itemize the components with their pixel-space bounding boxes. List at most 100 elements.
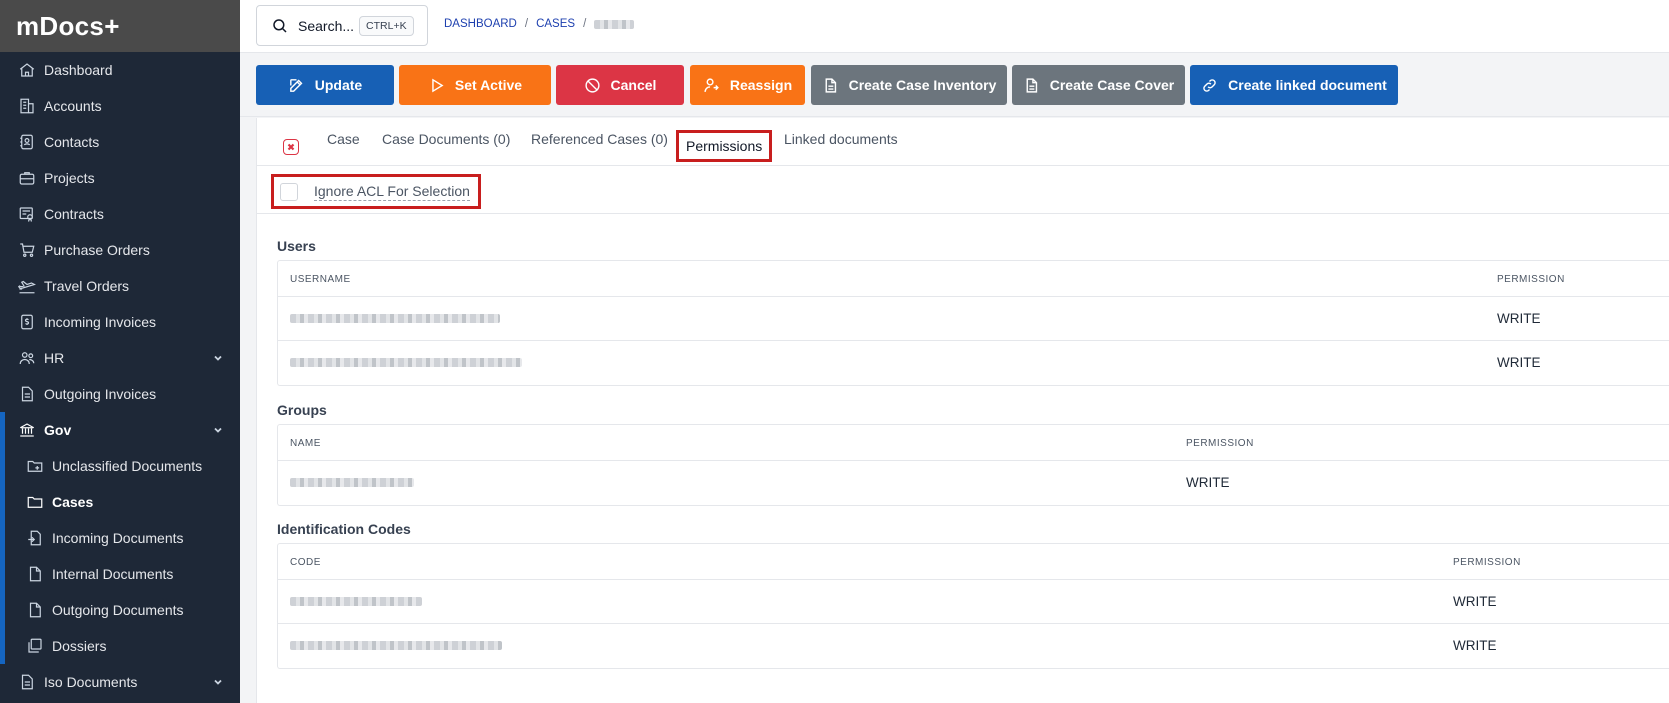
sidebar-item-label: Unclassified Documents [52, 458, 203, 474]
tab-bar: Case Case Documents (0) Referenced Cases… [257, 118, 1669, 166]
permission-value: WRITE [1186, 475, 1230, 490]
link-icon [1203, 78, 1216, 92]
column-header-name: NAME [290, 438, 321, 449]
permission-value: WRITE [1453, 638, 1497, 653]
column-header-permission: PERMISSION [1497, 274, 1565, 285]
permission-value: WRITE [1497, 355, 1541, 370]
ban-icon [584, 77, 600, 93]
ignore-acl-checkbox[interactable] [280, 182, 298, 201]
sidebar-item-label: Gov [44, 422, 72, 438]
sidebar-item-label: Purchase Orders [44, 242, 150, 258]
people-icon [18, 349, 36, 367]
table-row: WRITE [278, 297, 1669, 341]
sidebar-item-cases[interactable]: Cases [5, 484, 240, 520]
username-redacted [290, 314, 500, 323]
sidebar-item-label: Dashboard [44, 62, 113, 78]
create-linked-document-button[interactable]: Create linked document [1190, 65, 1398, 105]
codes-table: CODE PERMISSION WRITE WRITE [277, 543, 1669, 669]
search-button[interactable]: Search... CTRL+K [256, 5, 428, 46]
tab-linked-documents[interactable]: Linked documents [784, 131, 898, 147]
search-label: Search... [298, 17, 355, 34]
group-name-redacted [290, 478, 414, 487]
table-header: NAME PERMISSION [278, 425, 1669, 461]
invoice-icon [18, 313, 36, 331]
action-toolbar: Update Set Active Cancel Reassign Create… [240, 53, 1669, 117]
search-icon [273, 18, 287, 33]
building-icon [18, 97, 36, 115]
sidebar-item-outgoing-invoices[interactable]: Outgoing Invoices [0, 376, 240, 412]
column-header-username: USERNAME [290, 274, 351, 285]
create-case-cover-button[interactable]: Create Case Cover [1012, 65, 1185, 105]
document-icon [18, 673, 36, 691]
acl-row: Ignore ACL For Selection [257, 166, 1669, 214]
chevron-down-icon [212, 675, 224, 687]
sidebar-item-label: Incoming Invoices [44, 314, 157, 330]
groups-table: NAME PERMISSION WRITE [277, 424, 1669, 506]
tab-case-documents[interactable]: Case Documents (0) [382, 131, 510, 147]
code-redacted [290, 641, 502, 650]
sidebar-item-dashboard[interactable]: Dashboard [0, 52, 240, 88]
sidebar-item-label: Cases [52, 494, 94, 510]
sidebar-item-internal-documents[interactable]: Internal Documents [5, 556, 240, 592]
sidebar: mDocs+ Dashboard Accounts Contacts Proje… [0, 0, 240, 703]
reassign-button[interactable]: Reassign [690, 65, 805, 105]
cancel-button[interactable]: Cancel [556, 65, 684, 105]
permission-value: WRITE [1453, 594, 1497, 609]
ignore-acl-toggle[interactable]: Ignore ACL For Selection [271, 174, 481, 209]
column-header-permission: PERMISSION [1186, 438, 1254, 449]
contacts-icon [18, 133, 36, 151]
close-icon[interactable] [283, 139, 299, 155]
sidebar-item-incoming-documents[interactable]: Incoming Documents [5, 520, 240, 556]
sidebar-item-label: Incoming Documents [52, 530, 184, 546]
sidebar-item-gov[interactable]: Gov [5, 412, 240, 448]
sidebar-item-label: Contracts [44, 206, 104, 222]
sidebar-item-label: Outgoing Documents [52, 602, 184, 618]
tab-permissions[interactable]: Permissions [676, 130, 773, 162]
table-row: WRITE [278, 580, 1669, 624]
sidebar-item-travel-orders[interactable]: Travel Orders [0, 268, 240, 304]
sidebar-item-iso-documents[interactable]: Iso Documents [0, 664, 240, 700]
sidebar-item-label: HR [44, 350, 65, 366]
set-active-button[interactable]: Set Active [399, 65, 551, 105]
sidebar-item-outgoing-documents[interactable]: Outgoing Documents [5, 592, 240, 628]
sidebar-item-unclassified-documents[interactable]: Unclassified Documents [5, 448, 240, 484]
breadcrumb-cases[interactable]: CASES [536, 18, 575, 30]
breadcrumb-current-redacted [594, 19, 635, 29]
edit-icon [289, 78, 303, 92]
breadcrumb-dashboard[interactable]: DASHBOARD [444, 18, 517, 30]
sidebar-item-label: Travel Orders [44, 278, 130, 294]
document-icon [1026, 77, 1037, 93]
file-in-icon [26, 529, 44, 547]
tab-case[interactable]: Case [327, 131, 360, 147]
groups-section-title: Groups [277, 402, 327, 418]
permission-value: WRITE [1497, 311, 1541, 326]
sidebar-item-contacts[interactable]: Contacts [0, 124, 240, 160]
column-header-permission: PERMISSION [1453, 557, 1521, 568]
plane-icon [18, 277, 36, 295]
sidebar-item-hr[interactable]: HR [0, 340, 240, 376]
update-button[interactable]: Update [256, 65, 394, 105]
home-icon [18, 61, 36, 79]
sidebar-item-incoming-invoices[interactable]: Incoming Invoices [0, 304, 240, 340]
sidebar-item-contracts[interactable]: Contracts [0, 196, 240, 232]
stack-icon [26, 637, 44, 655]
tab-referenced-cases[interactable]: Referenced Cases (0) [531, 131, 668, 147]
case-panel: Case Case Documents (0) Referenced Cases… [256, 118, 1669, 703]
file-out-icon [26, 601, 44, 619]
app-logo[interactable]: mDocs+ [0, 0, 240, 52]
sidebar-item-label: Outgoing Invoices [44, 386, 157, 402]
file-icon [26, 565, 44, 583]
create-case-inventory-button[interactable]: Create Case Inventory [811, 65, 1007, 105]
document-icon [825, 77, 836, 93]
users-table: USERNAME PERMISSION WRITE WRITE [277, 260, 1669, 386]
sidebar-item-label: Iso Documents [44, 674, 138, 690]
sidebar-item-purchase-orders[interactable]: Purchase Orders [0, 232, 240, 268]
sidebar-item-dossiers[interactable]: Dossiers [5, 628, 240, 664]
sidebar-item-label: Contacts [44, 134, 100, 150]
cart-icon [18, 241, 36, 259]
sidebar-item-projects[interactable]: Projects [0, 160, 240, 196]
sidebar-item-accounts[interactable]: Accounts [0, 88, 240, 124]
breadcrumb: DASHBOARD / CASES / [444, 18, 635, 30]
table-row: WRITE [278, 341, 1669, 385]
topbar: Search... CTRL+K DASHBOARD / CASES / [240, 0, 1669, 53]
